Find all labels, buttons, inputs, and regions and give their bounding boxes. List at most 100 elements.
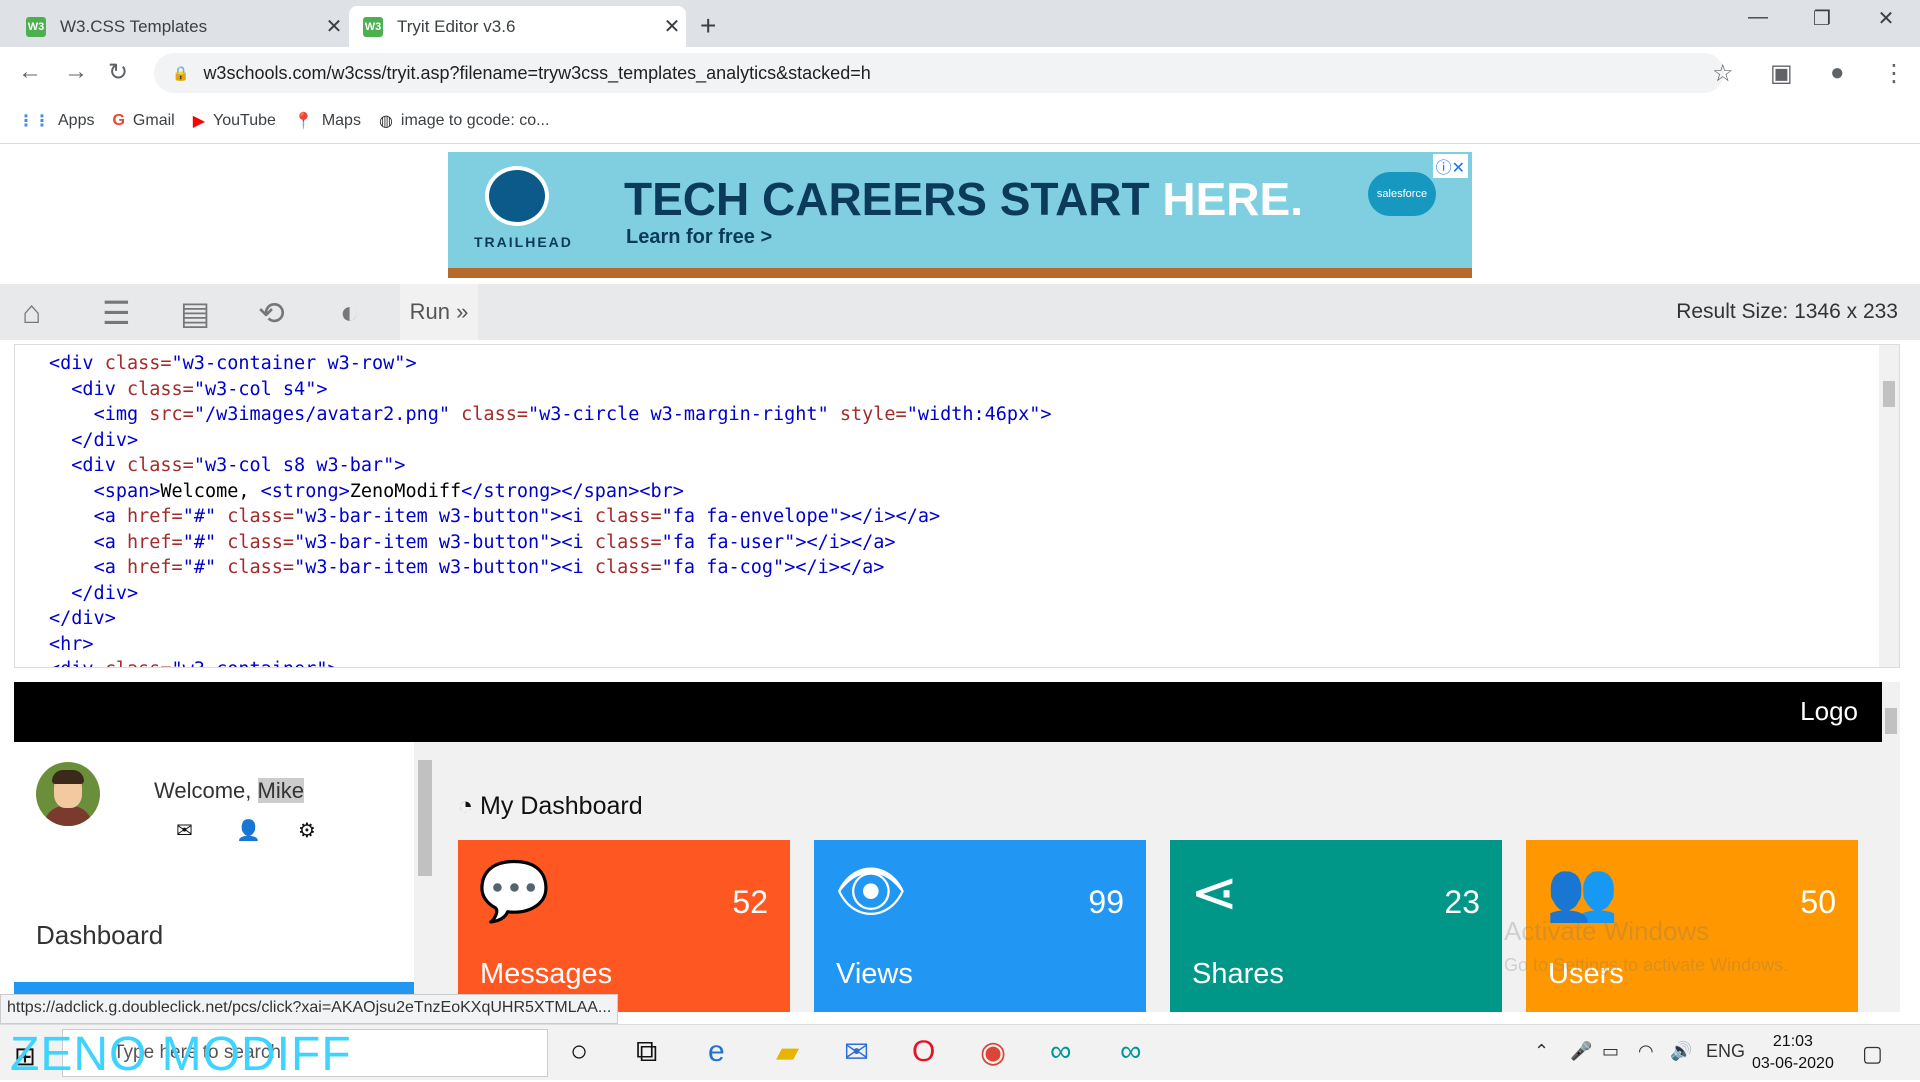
bookmarks-bar: ⋮⋮ Apps G Gmail ▶ YouTube 📍 Maps ◍ image to g… [0,99,1920,144]
new-tab-icon[interactable]: + [700,10,716,42]
code-token: <i [561,557,595,578]
ad-close-icon[interactable]: ⓘ✕ [1432,154,1468,178]
bookmark-star-icon[interactable]: ☆ [1712,59,1734,88]
code-line[interactable]: </div> [49,608,116,633]
menu-kebab-icon[interactable]: ⋮ [1882,59,1906,88]
result-scrollbar[interactable] [1882,682,1900,1012]
watermark-line1: Activate Windows [1504,916,1710,946]
tray-chevron-icon[interactable]: ⌃ [1534,1041,1549,1062]
card-value: 52 [732,884,768,920]
minimize-icon[interactable]: — [1728,6,1788,29]
code-token: class= [126,378,194,400]
code-line[interactable]: <div class="w3-col s8 w3-bar"> [49,455,405,480]
clock[interactable]: 21:03 03-06-2020 [1752,1031,1834,1075]
bookmark-image-to-gcode[interactable]: ◍ image to gcode: co... [379,111,550,131]
scrollbar-thumb[interactable] [1883,381,1895,407]
bookmark-apps[interactable]: ⋮⋮ Apps [18,111,94,131]
mail-icon[interactable]: ✉ [844,1035,869,1070]
notifications-icon[interactable]: ▢ [1862,1041,1883,1067]
my-dashboard-title: ◔ My Dashboard [458,792,643,821]
arduino-icon[interactable]: ∞ [1120,1035,1141,1069]
code-token: "#" [182,506,217,527]
code-token: > [394,455,406,476]
code-token: "fa fa-user" [661,531,796,553]
dashboard-gauge-icon: ◔ [458,792,481,820]
tab-tryit-editor[interactable]: W3 Tryit Editor v3.6 ✕ [349,6,686,47]
home-icon[interactable]: ⌂ [22,294,41,331]
code-line[interactable]: <hr> [49,634,94,659]
youtube-icon: ▶ [192,113,206,130]
code-line[interactable]: </div> [49,583,138,608]
code-token: </div> [71,582,139,604]
code-line[interactable]: <div class="w3-container"> [49,659,339,667]
contrast-icon[interactable]: ◐ [340,294,359,331]
avatar [36,762,100,826]
extension-icon[interactable]: ▣ [1770,59,1793,88]
address-bar[interactable]: 🔒 w3schools.com/w3css/tryit.asp?filename… [154,53,1724,93]
user-icon[interactable]: 👤 [236,818,261,843]
cog-icon[interactable]: ⚙ [298,818,316,843]
card-views[interactable]: 👁 99 Views [814,840,1146,1012]
scrollbar-thumb[interactable] [418,760,432,876]
bookmark-maps[interactable]: 📍 Maps [294,111,361,131]
run-button[interactable]: Run » [400,284,478,340]
profile-icon[interactable]: ● [1830,59,1845,87]
envelope-icon[interactable]: ✉ [176,818,193,843]
microphone-icon[interactable]: 🎤 [1570,1041,1592,1062]
card-messages[interactable]: 💬 52 Messages [458,840,790,1012]
browser-tab-strip: W3 W3.CSS Templates ✕ W3 Tryit Editor v3… [0,0,1920,47]
save-disk-icon[interactable]: ▤ [180,294,210,332]
ad-subtext[interactable]: Learn for free > [626,226,772,249]
code-token: href= [126,506,183,527]
sidebar-scrollbar[interactable] [414,742,434,1012]
task-view-icon[interactable]: ⧉ [636,1035,657,1069]
ad-banner[interactable]: TRAILHEAD TECH CAREERS START HERE. Learn… [448,152,1472,278]
file-explorer-icon[interactable]: ▰ [776,1035,799,1070]
bookmark-youtube[interactable]: ▶ YouTube [193,111,276,131]
tab-w3css-templates[interactable]: W3 W3.CSS Templates ✕ [12,6,348,47]
chrome-icon[interactable]: ◉ [980,1035,1006,1070]
close-tab-icon[interactable]: ✕ [320,14,348,39]
code-editor[interactable]: <div class="w3-container w3-row"> <div c… [14,344,1900,668]
opera-icon[interactable]: O [912,1035,935,1069]
card-shares[interactable]: ⋖ 23 Shares [1170,840,1502,1012]
status-bar-link: https://adclick.g.doubleclick.net/pcs/cl… [0,994,619,1024]
code-token: "/w3images/avatar2.png" [193,404,451,425]
rotate-layout-icon[interactable]: ⟲ [258,294,285,332]
code-scrollbar[interactable] [1879,345,1899,667]
code-line[interactable]: <div class="w3-col s4"> [49,379,327,404]
code-line[interactable]: </div> [49,430,138,455]
code-line[interactable]: <div class="w3-container w3-row"> [49,353,417,378]
close-tab-icon[interactable]: ✕ [658,14,686,39]
forward-arrow-icon[interactable]: → [64,58,88,86]
battery-icon[interactable]: ▭ [1602,1041,1619,1062]
cortana-icon[interactable]: ○ [570,1035,588,1069]
clock-time: 21:03 [1772,1033,1813,1050]
watermark-line2: Go to Settings to activate Windows. [1504,955,1789,975]
restore-icon[interactable]: ❐ [1792,6,1852,31]
code-line[interactable]: <span>Welcome, <strong>ZenoModiff</stron… [49,481,684,506]
edge-icon[interactable]: e [708,1035,725,1069]
wifi-icon[interactable]: ◠ [1638,1041,1654,1062]
code-line[interactable]: <a href="#" class="w3-bar-item w3-button… [49,557,885,582]
back-arrow-icon[interactable]: ← [18,58,42,86]
bookmark-gmail[interactable]: G Gmail [112,112,174,130]
language-indicator[interactable]: ENG [1706,1041,1745,1062]
code-line[interactable]: <a href="#" class="w3-bar-item w3-button… [49,506,941,531]
arduino-icon[interactable]: ∞ [1050,1035,1071,1069]
result-logo[interactable]: Logo [1800,696,1858,727]
code-line[interactable]: <a href="#" class="w3-bar-item w3-button… [49,532,896,557]
menu-hamburger-icon[interactable]: ☰ [102,294,131,332]
eye-icon: 👁 [834,859,908,924]
code-token: "w3-container w3-row" [171,353,406,374]
volume-icon[interactable]: 🔊 [1670,1041,1692,1062]
code-token: > [327,659,338,667]
code-token: "width:46px" [906,404,1041,425]
scrollbar-thumb[interactable] [1885,708,1897,734]
close-window-icon[interactable]: ✕ [1856,6,1916,31]
reload-icon[interactable]: ↻ [108,58,128,87]
code-line[interactable]: <img src="/w3images/avatar2.png" class="… [49,404,1052,429]
